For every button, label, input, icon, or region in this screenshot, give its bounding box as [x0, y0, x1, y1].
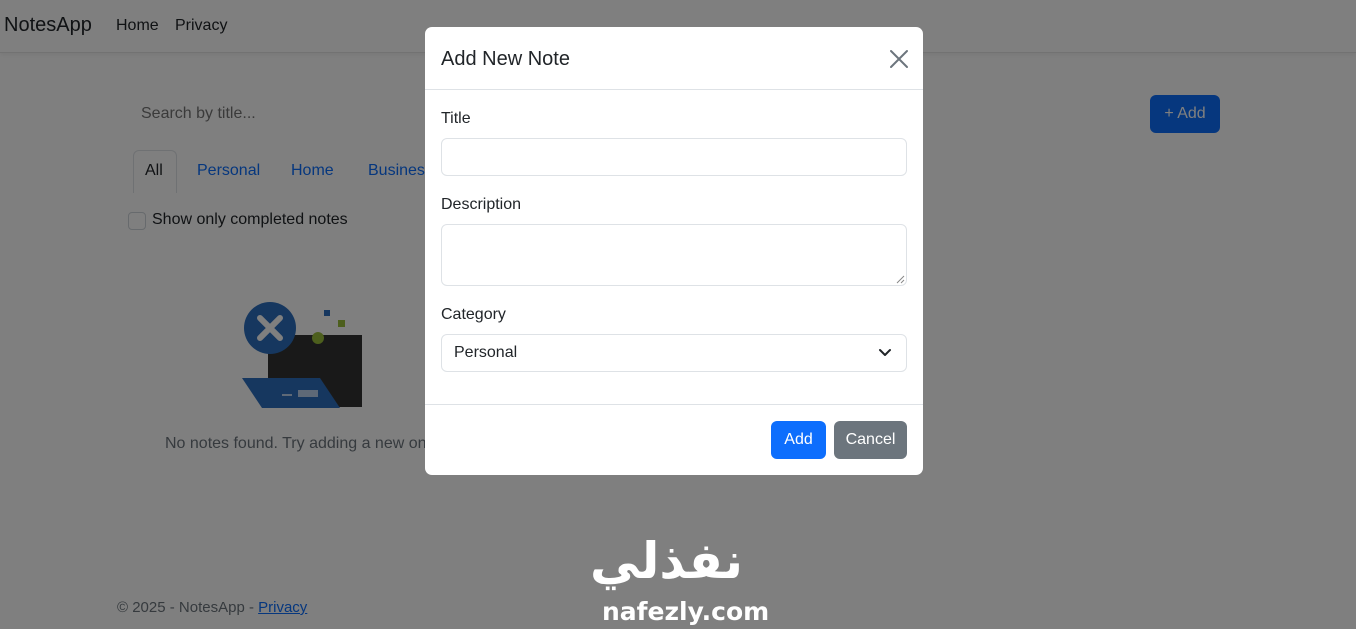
add-note-modal: Add New Note Title Description Category …	[425, 27, 923, 475]
modal-add-button[interactable]: Add	[771, 421, 826, 459]
description-label: Description	[441, 196, 522, 213]
title-label: Title	[441, 110, 471, 127]
modal-header: Add New Note	[425, 27, 923, 90]
resize-handle-icon[interactable]	[896, 275, 905, 284]
modal-footer: Add Cancel	[425, 404, 923, 475]
watermark-latin: nafezly.com	[602, 597, 770, 626]
category-select-value: Personal	[454, 344, 518, 361]
close-icon[interactable]	[887, 47, 911, 71]
category-select[interactable]: Personal	[441, 334, 907, 372]
category-label: Category	[441, 306, 506, 323]
chevron-down-icon	[879, 349, 891, 356]
watermark-arabic: نفذلي	[590, 532, 744, 590]
modal-title: Add New Note	[441, 48, 570, 70]
description-textarea[interactable]	[441, 224, 907, 286]
modal-cancel-button[interactable]: Cancel	[834, 421, 907, 459]
title-input[interactable]	[441, 138, 907, 176]
